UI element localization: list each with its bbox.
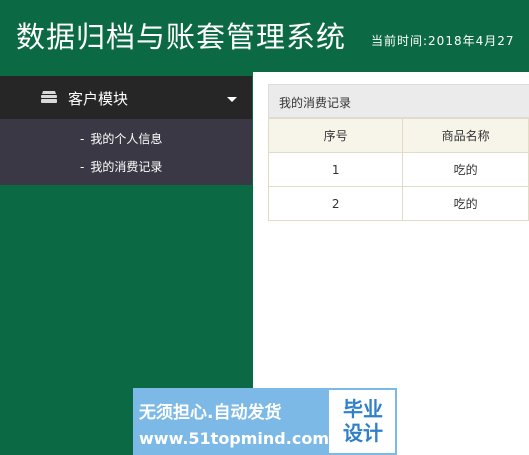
- bullet-dash: -: [80, 160, 85, 174]
- module-label: 客户模块: [68, 90, 129, 108]
- panel-title-text: 我的消费记录: [279, 96, 352, 110]
- app-header: 数据归档与账套管理系统 当前时间:2018年4月27: [0, 0, 529, 72]
- table-cell: 吃的: [402, 186, 529, 221]
- watermark-banner: 无须担心.自动发货 www.51topmind.com 毕业设计: [133, 388, 397, 455]
- sidebar-item-profile[interactable]: - 我的个人信息: [80, 130, 162, 147]
- column-header: 商品名称: [402, 118, 529, 153]
- sidebar-item-label: 我的个人信息: [90, 132, 163, 146]
- watermark-box: 毕业设计: [329, 390, 395, 453]
- table-header-row: 序号 商品名称: [267, 118, 529, 153]
- app-title: 数据归档与账套管理系统: [16, 20, 347, 54]
- customer-module-menu[interactable]: 客户模块: [0, 76, 252, 119]
- caret-down-icon: [227, 97, 237, 102]
- current-time: 当前时间:2018年4月27: [371, 34, 515, 48]
- table-row: 1 吃的: [267, 152, 529, 187]
- table-cell: 吃的: [402, 152, 529, 187]
- table-row: 2 吃的: [267, 186, 529, 221]
- table-cell: 2: [267, 186, 404, 221]
- bullet-dash: -: [80, 132, 85, 146]
- column-header: 序号: [267, 118, 404, 153]
- watermark-line1: 无须担心.自动发货: [139, 403, 282, 423]
- watermark-box-text: 毕业设计: [343, 397, 383, 445]
- panel-title: 我的消费记录: [268, 84, 529, 118]
- watermark-line2: www.51topmind.com: [139, 429, 329, 448]
- submenu: - 我的个人信息 - 我的消费记录: [0, 119, 252, 185]
- sidebar-item-consumption[interactable]: - 我的消费记录: [80, 158, 162, 175]
- sidebar-item-label: 我的消费记录: [90, 160, 163, 174]
- stack-icon: [41, 91, 57, 103]
- table-cell: 1: [267, 152, 404, 187]
- consumption-table: 序号 商品名称 1 吃的 2 吃的: [267, 118, 529, 221]
